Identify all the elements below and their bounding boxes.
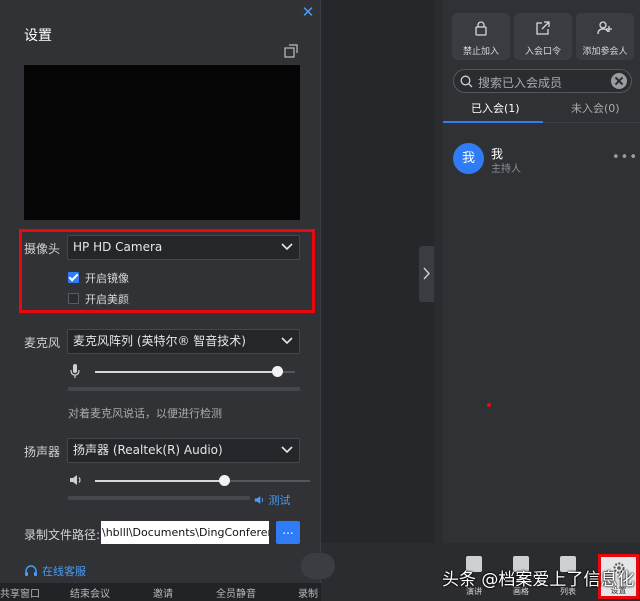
more-options-icon[interactable]: ••• (612, 150, 638, 165)
settings-title: 设置 (24, 28, 52, 44)
record-path-input[interactable]: \hblll\Documents\DingConference (101, 521, 269, 544)
tab-not-joined[interactable]: 未入会(0) (571, 100, 620, 116)
speaker-label: 扬声器 (24, 445, 61, 459)
online-support-label: 在线客服 (42, 565, 86, 578)
red-dot-marker (487, 403, 491, 407)
record-path-label: 录制文件路径: (24, 528, 101, 542)
close-icon[interactable]: ✕ (299, 3, 317, 21)
end-meeting-button[interactable]: 结束会议 (70, 585, 110, 600)
chevron-down-icon (281, 446, 293, 454)
microphone-volume-slider[interactable] (272, 366, 283, 377)
online-support-link[interactable]: 在线客服 (24, 563, 86, 579)
search-icon (460, 75, 473, 88)
invite-button[interactable]: 邀请 (153, 585, 173, 600)
meeting-password-button[interactable]: 入会口令 (514, 13, 572, 60)
microphone-select[interactable]: 麦克风阵列 (英特尔® 智音技术) (67, 329, 300, 354)
speaker-volume-slider[interactable] (219, 475, 230, 486)
speaker-select[interactable]: 扬声器 (Realtek(R) Audio) (67, 438, 300, 463)
microphone-label: 麦克风 (24, 336, 61, 350)
speaker-test-link[interactable]: 测试 (254, 492, 291, 508)
speaker-volume-track (224, 480, 310, 482)
chevron-down-icon (281, 337, 293, 345)
browse-button[interactable]: ... (276, 521, 300, 544)
member-search-input[interactable]: 搜索已入会成员 (453, 69, 632, 93)
share-icon (536, 21, 550, 35)
lock-meeting-label: 禁止加入 (462, 47, 499, 57)
add-user-icon (597, 21, 612, 35)
speaker-level-meter (68, 496, 250, 500)
video-area (321, 0, 434, 543)
tab-joined[interactable]: 已入会(1) (471, 100, 520, 116)
member-search-placeholder: 搜索已入会成员 (478, 76, 563, 90)
speaker-test-label: 测试 (268, 494, 291, 507)
add-participant-button[interactable]: 添加参会人 (576, 13, 634, 60)
bottom-strip: 共享窗口 结束会议 邀请 全员静音 录制 (0, 583, 321, 601)
camera-highlight-box (19, 229, 315, 313)
share-window-button[interactable]: 共享窗口 (0, 585, 40, 600)
clear-search-icon[interactable] (611, 73, 627, 89)
lock-meeting-button[interactable]: 禁止加入 (452, 13, 510, 60)
lock-icon (475, 21, 487, 36)
microphone-volume-fill (95, 371, 277, 373)
active-tab-indicator (443, 121, 543, 123)
speaker-icon (70, 475, 81, 485)
microphone-hint: 对着麦克风说话，以便进行检测 (68, 407, 222, 420)
watermark: 头条 @档案爱上了信息化 (442, 570, 635, 590)
speaker-test-icon (254, 496, 264, 504)
tab-divider (543, 122, 640, 123)
speaker-select-value: 扬声器 (Realtek(R) Audio) (73, 443, 223, 457)
camera-preview (24, 65, 300, 220)
mute-all-button[interactable]: 全员静音 (216, 585, 256, 600)
meeting-password-label: 入会口令 (524, 47, 561, 57)
record-button[interactable]: 录制 (298, 585, 318, 600)
expand-panel-button[interactable] (419, 246, 434, 302)
speaker-volume-fill (95, 480, 224, 482)
microphone-level-meter (68, 387, 300, 391)
toolbar-pill[interactable] (301, 553, 335, 579)
chevron-right-icon (423, 267, 430, 280)
microphone-icon (70, 364, 80, 378)
headset-icon (25, 565, 37, 576)
add-participant-label: 添加参会人 (582, 47, 628, 57)
microphone-select-value: 麦克风阵列 (英特尔® 智音技术) (73, 334, 246, 348)
popout-icon[interactable] (284, 44, 298, 58)
member-role: 主持人 (491, 164, 521, 175)
avatar: 我 (453, 143, 484, 174)
